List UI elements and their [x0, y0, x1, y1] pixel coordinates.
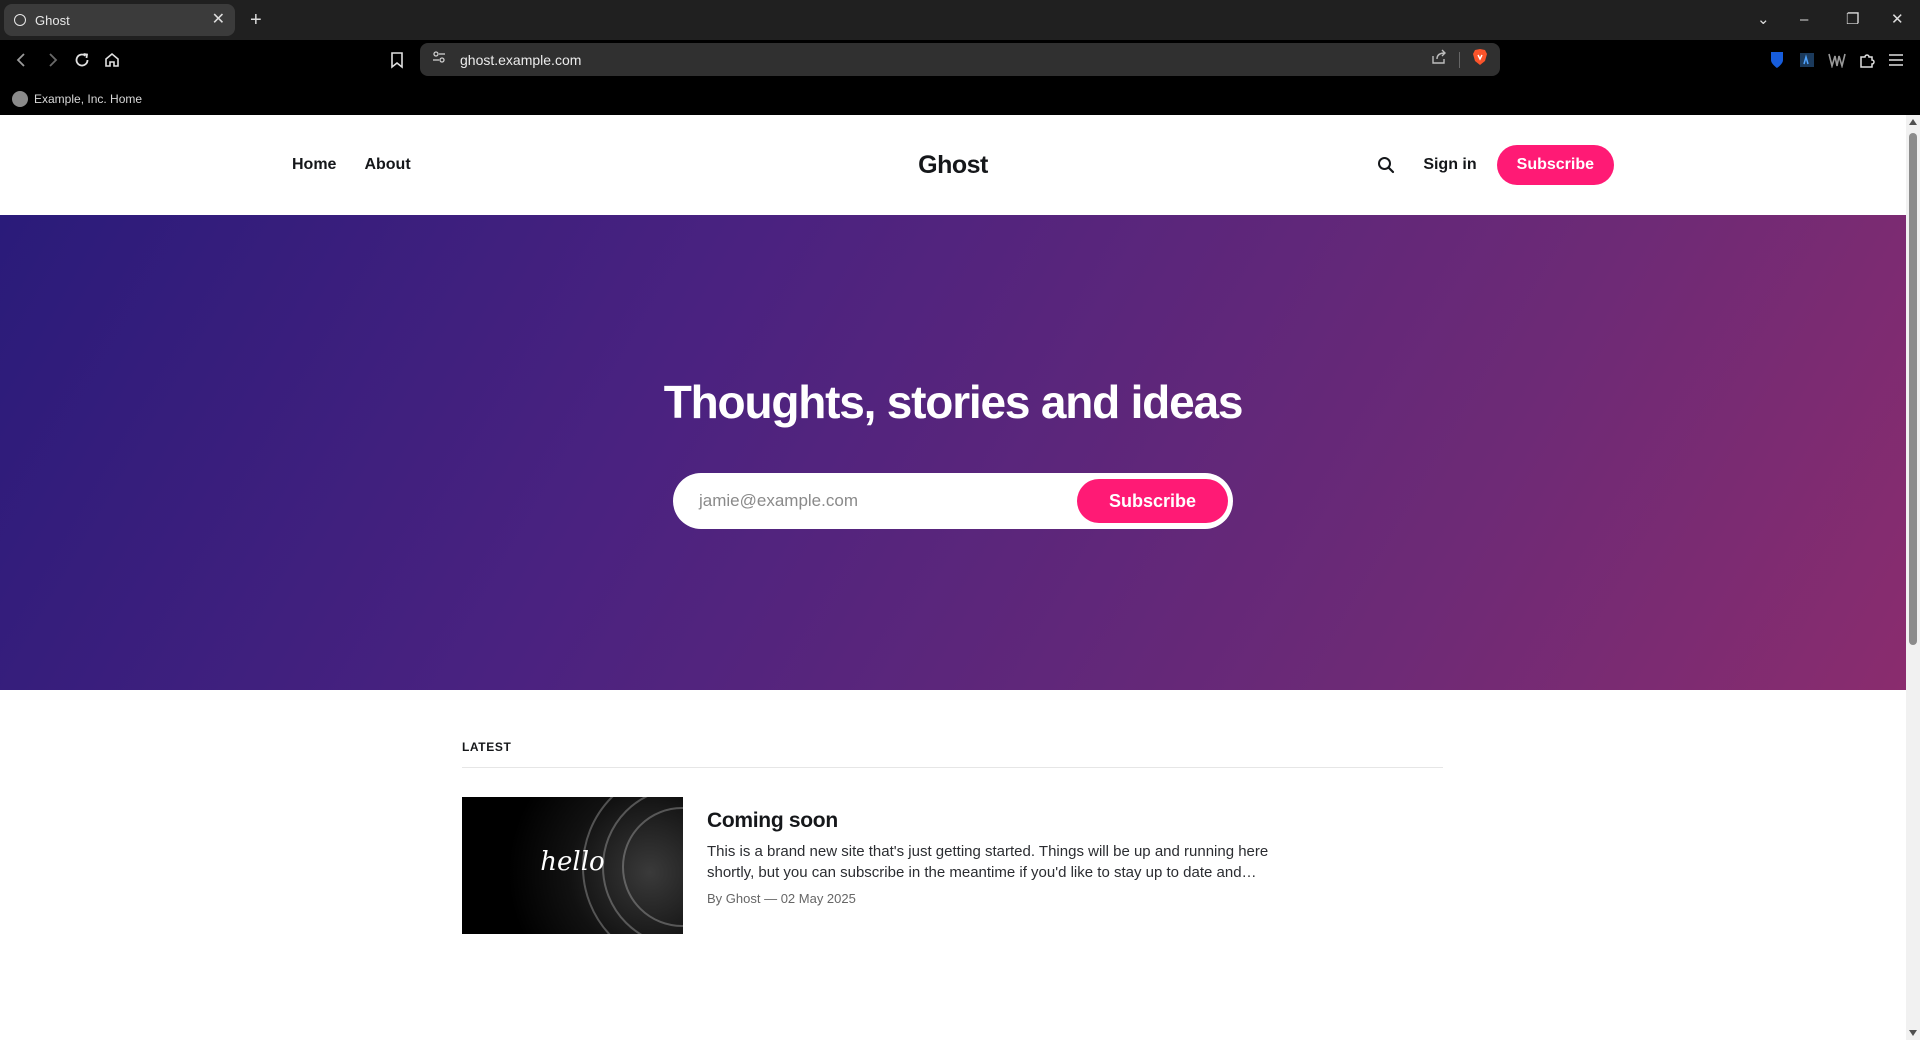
- nav-about-link[interactable]: About: [364, 156, 410, 174]
- bookmarks-bar: Example, Inc. Home: [0, 83, 1920, 115]
- close-window-button[interactable]: ✕: [1891, 8, 1904, 32]
- bitwarden-icon[interactable]: [1765, 48, 1789, 72]
- bookmark-example-home[interactable]: Example, Inc. Home: [34, 92, 142, 106]
- circle-favicon-icon: [14, 14, 26, 26]
- email-input[interactable]: jamie@example.com: [699, 491, 1077, 511]
- hero-section: Thoughts, stories and ideas jamie@exampl…: [0, 215, 1906, 690]
- post-meta: By Ghost — 02 May 2025: [707, 891, 856, 906]
- tab-close-button[interactable]: ✕: [212, 12, 225, 28]
- menu-icon[interactable]: [1884, 48, 1908, 72]
- bookmark-icon[interactable]: [385, 48, 409, 72]
- site-title[interactable]: Ghost: [0, 115, 1906, 215]
- forward-icon[interactable]: [40, 48, 64, 72]
- puzzle-icon[interactable]: [1855, 48, 1879, 72]
- back-icon[interactable]: [10, 48, 34, 72]
- header-actions: Sign in Subscribe: [1375, 115, 1614, 215]
- minimize-button[interactable]: –: [1800, 8, 1808, 32]
- post-excerpt: This is a brand new site that's just get…: [707, 843, 1269, 881]
- scrollbar-thumb[interactable]: [1909, 133, 1917, 645]
- reload-icon[interactable]: [70, 48, 94, 72]
- post-info: Coming soon This is a brand new site tha…: [707, 809, 1307, 906]
- share-icon[interactable]: [1431, 49, 1447, 70]
- page-scrollbar[interactable]: [1906, 115, 1920, 1040]
- globe-icon: [12, 91, 28, 107]
- omnibox-divider: [1459, 51, 1460, 68]
- thumb-hello-text: hello: [540, 847, 605, 877]
- page-viewport: Home About Ghost Sign in Subscribe Thoug…: [0, 115, 1906, 1040]
- subscribe-form: jamie@example.com Subscribe: [673, 473, 1233, 529]
- brave-shield-icon[interactable]: [1472, 48, 1488, 71]
- home-icon[interactable]: [100, 48, 124, 72]
- new-tab-button[interactable]: +: [250, 8, 262, 32]
- post-feed: LATEST hello Coming soon This is a brand…: [462, 740, 1443, 934]
- post-card[interactable]: hello Coming soon This is a brand new si…: [462, 797, 1443, 934]
- site-settings-icon[interactable]: [432, 50, 446, 69]
- header-subscribe-button[interactable]: Subscribe: [1496, 145, 1614, 185]
- site-header: Home About Ghost Sign in Subscribe: [0, 115, 1906, 215]
- nav-home-link[interactable]: Home: [292, 156, 336, 174]
- post-title[interactable]: Coming soon: [707, 809, 1307, 833]
- section-label: LATEST: [462, 740, 1443, 768]
- search-icon[interactable]: [1375, 154, 1397, 176]
- post-thumbnail[interactable]: hello: [462, 797, 683, 934]
- hero-subscribe-button[interactable]: Subscribe: [1076, 479, 1228, 523]
- tab-strip: Ghost ✕ + ⌄ – ❐ ✕: [0, 0, 1920, 40]
- scroll-up-icon[interactable]: [1909, 119, 1917, 125]
- primary-nav: Home About: [292, 115, 411, 215]
- tab-search-button[interactable]: ⌄: [1757, 8, 1770, 32]
- url-text[interactable]: ghost.example.com: [460, 52, 1431, 68]
- hero-heading: Thoughts, stories and ideas: [663, 376, 1244, 428]
- sign-in-link[interactable]: Sign in: [1423, 156, 1476, 174]
- restore-button[interactable]: ❐: [1846, 8, 1859, 32]
- wallet-icon[interactable]: [1825, 48, 1849, 72]
- browser-chrome: Ghost ✕ + ⌄ – ❐ ✕ ghost.example.com Exam…: [0, 0, 1920, 115]
- scroll-down-icon[interactable]: [1909, 1030, 1917, 1036]
- tab-ghost[interactable]: Ghost ✕: [4, 4, 235, 36]
- extension-icon[interactable]: [1795, 48, 1819, 72]
- address-bar[interactable]: ghost.example.com: [420, 43, 1500, 76]
- tab-title: Ghost: [35, 12, 70, 28]
